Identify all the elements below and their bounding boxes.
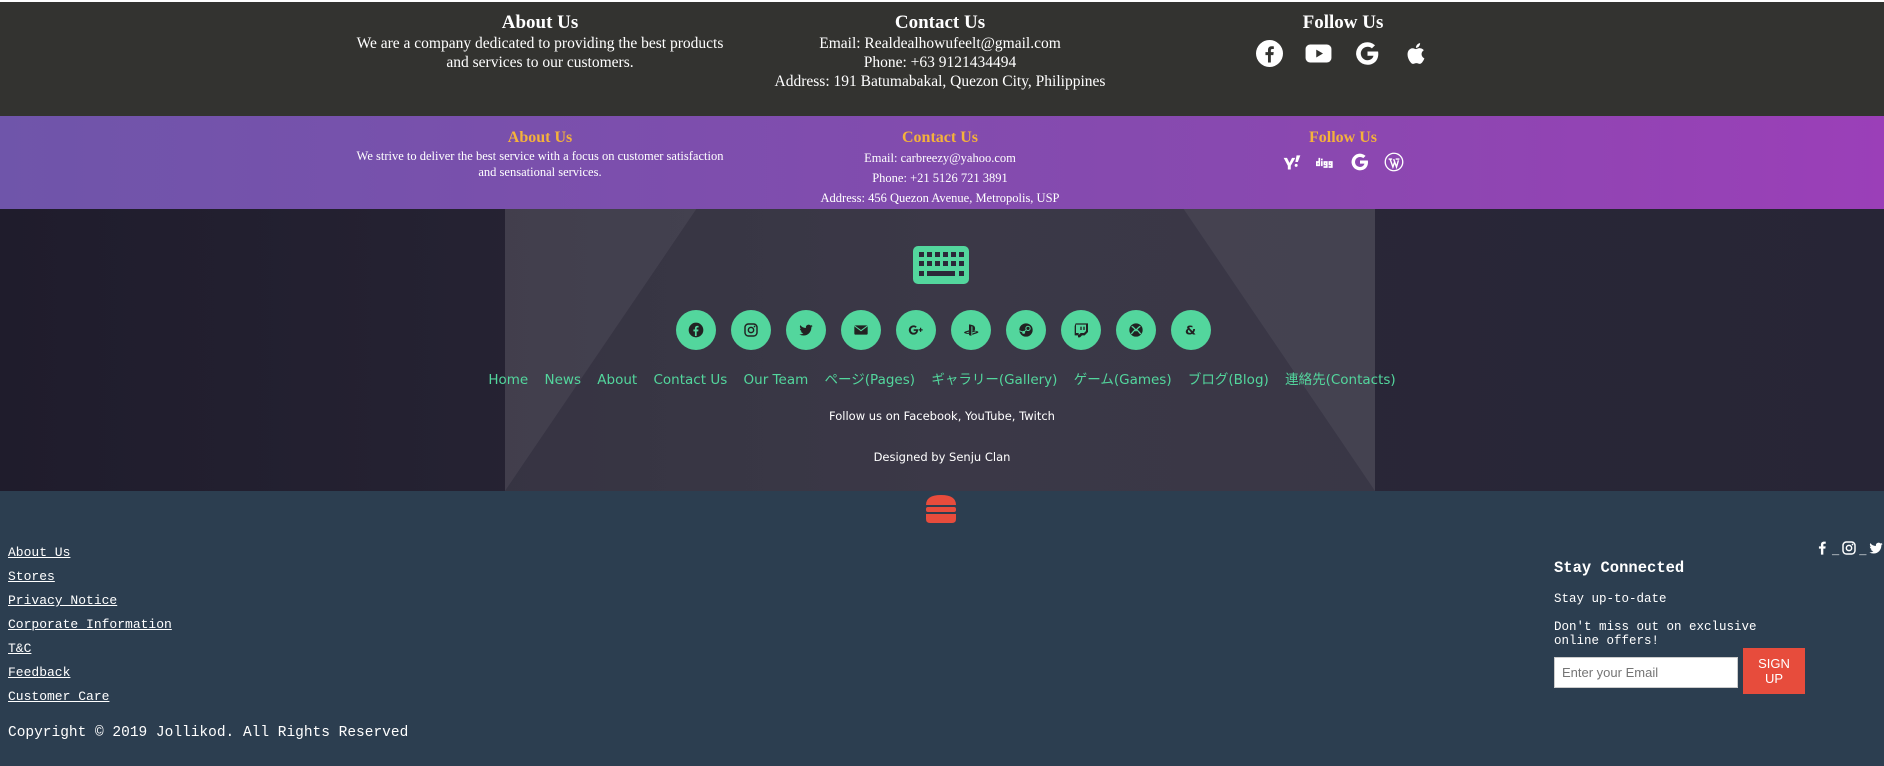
footer-link-about[interactable]: About Us <box>8 541 172 565</box>
contact-address: Address: 191 Batumabakal, Quezon City, P… <box>774 73 1106 90</box>
contact-email: Email: Realdealhowufeelt@gmail.com <box>819 35 1061 52</box>
social-icon-row: & <box>0 310 1884 350</box>
about-text-line: and sensational services. <box>478 165 602 179</box>
ampersand-icon[interactable]: & <box>1170 310 1211 350</box>
sign-up-button[interactable]: SIGN UP <box>1743 648 1805 694</box>
contact-address: Address: 456 Quezon Avenue, Metropolis, … <box>820 191 1060 205</box>
digg-icon[interactable] <box>1316 152 1336 172</box>
google-plus-icon[interactable] <box>895 310 936 350</box>
instagram-icon[interactable] <box>1841 540 1857 556</box>
google-icon[interactable] <box>1350 152 1370 172</box>
footer-link-stores[interactable]: Stores <box>8 565 172 589</box>
about-heading: About Us <box>507 129 573 146</box>
contact-phone: Phone: +21 5126 721 3891 <box>872 171 1008 185</box>
social-icons: _ _ <box>1814 539 1884 557</box>
nav-links: Home News About Contact Us Our Team ページ(… <box>0 368 1884 388</box>
follow-text: Follow us on Facebook, YouTube, Twitch <box>829 409 1055 423</box>
footer-link-privacy[interactable]: Privacy Notice <box>8 589 172 613</box>
nav-link-home[interactable]: Home <box>488 372 528 388</box>
stay-connected: Stay Connected Stay up-to-date Don't mis… <box>1554 559 1794 648</box>
separator: _ <box>1859 544 1867 558</box>
svg-text:&: & <box>1185 323 1196 338</box>
nav-link-blog[interactable]: ブログ(Blog) <box>1188 372 1269 388</box>
about-heading: About Us <box>501 12 579 33</box>
twitch-icon[interactable] <box>1060 310 1101 350</box>
wordpress-icon[interactable] <box>1384 152 1404 172</box>
playstation-icon[interactable] <box>950 310 991 350</box>
steam-icon[interactable] <box>1005 310 1046 350</box>
nav-link-contacts[interactable]: 連絡先(Contacts) <box>1285 372 1396 388</box>
nav-link-contact[interactable]: Contact Us <box>654 372 728 388</box>
nav-link-about[interactable]: About <box>597 372 637 388</box>
about-column: About Us We strive to deliver the best s… <box>340 128 740 180</box>
nav-link-gallery[interactable]: ギャラリー(Gallery) <box>931 372 1057 388</box>
envelope-icon[interactable] <box>840 310 881 350</box>
nav-link-news[interactable]: News <box>545 372 581 388</box>
instagram-icon[interactable] <box>730 310 771 350</box>
facebook-icon[interactable] <box>675 310 716 350</box>
footer-section-3: & Home News About Contact Us Our Team ペー… <box>0 209 1884 491</box>
footer-link-corporate[interactable]: Corporate Information <box>8 613 172 637</box>
yahoo-icon[interactable] <box>1282 152 1302 172</box>
copyright-text: Copyright © 2019 Jollikod. All Rights Re… <box>8 725 409 741</box>
footer-section-1: About Us We are a company dedicated to p… <box>0 0 1884 116</box>
stay-subtitle: Stay up-to-date <box>1554 592 1667 606</box>
footer-section-4: About Us Stores Privacy Notice Corporate… <box>0 491 1884 766</box>
contact-heading: Contact Us <box>902 129 978 146</box>
about-text-line: We strive to deliver the best service wi… <box>356 149 724 163</box>
keyboard-icon <box>913 246 969 284</box>
nav-link-games[interactable]: ゲーム(Games) <box>1074 372 1172 388</box>
about-column: About Us We are a company dedicated to p… <box>340 12 740 72</box>
footer-link-terms[interactable]: T&C <box>8 637 172 661</box>
twitter-icon[interactable] <box>785 310 826 350</box>
follow-column: Follow Us <box>1143 128 1543 172</box>
follow-heading: Follow Us <box>1302 12 1384 33</box>
facebook-icon[interactable] <box>1814 540 1830 556</box>
follow-heading: Follow Us <box>1309 129 1377 146</box>
email-input[interactable] <box>1554 657 1738 688</box>
stay-description: Don't miss out on exclusive online offer… <box>1554 620 1757 648</box>
contact-column: Contact Us Email: carbreezy@yahoo.com Ph… <box>740 128 1140 208</box>
youtube-icon[interactable] <box>1305 40 1332 67</box>
footer-link-feedback[interactable]: Feedback <box>8 661 172 685</box>
burger-icon <box>926 495 956 523</box>
xbox-icon[interactable] <box>1115 310 1156 350</box>
contact-phone: Phone: +63 9121434494 <box>863 54 1017 71</box>
stay-heading: Stay Connected <box>1554 559 1685 577</box>
apple-icon[interactable] <box>1403 40 1430 67</box>
nav-link-pages[interactable]: ページ(Pages) <box>825 372 915 388</box>
footer-section-2: About Us We strive to deliver the best s… <box>0 116 1884 209</box>
twitter-icon[interactable] <box>1868 540 1884 556</box>
designed-by-text: Designed by Senju Clan <box>873 450 1011 464</box>
google-icon[interactable] <box>1354 40 1381 67</box>
contact-column: Contact Us Email: Realdealhowufeelt@gmai… <box>740 12 1140 91</box>
contact-heading: Contact Us <box>894 12 986 33</box>
nav-link-team[interactable]: Our Team <box>744 372 809 388</box>
about-text-line: We are a company dedicated to providing … <box>356 35 724 52</box>
follow-column: Follow Us <box>1143 12 1543 67</box>
separator: _ <box>1832 544 1840 558</box>
facebook-icon[interactable] <box>1256 40 1283 67</box>
about-text-line: and services to our customers. <box>446 54 634 71</box>
contact-email: Email: carbreezy@yahoo.com <box>864 151 1016 165</box>
footer-links: About Us Stores Privacy Notice Corporate… <box>8 541 172 709</box>
newsletter-form: SIGN UP <box>1554 648 1805 694</box>
footer-link-customer-care[interactable]: Customer Care <box>8 685 172 709</box>
